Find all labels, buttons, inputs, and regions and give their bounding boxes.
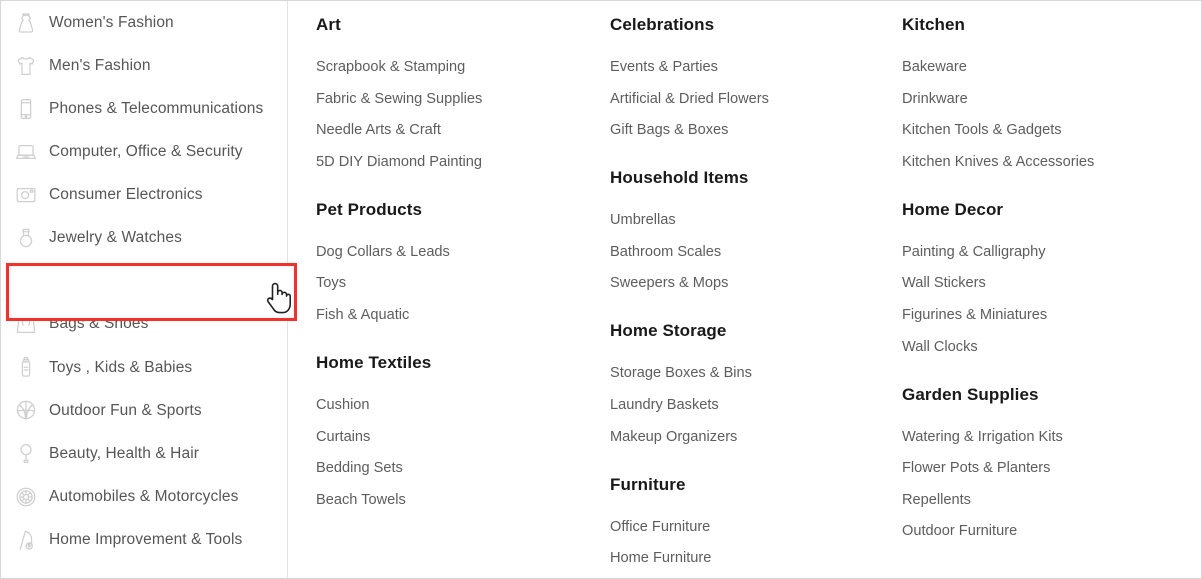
group-heading: Celebrations	[610, 15, 715, 34]
subcategory-link[interactable]: Beach Towels	[316, 493, 406, 508]
group-heading: Art	[316, 15, 341, 34]
baby-bottle-icon	[13, 354, 39, 380]
subcategory-link[interactable]: Kitchen Tools & Gadgets	[902, 123, 1062, 138]
subcategory-link[interactable]: 5D DIY Diamond Painting	[316, 155, 482, 170]
sidebar-item-label: Home Improvement & Tools	[49, 530, 243, 548]
basketball-icon	[13, 397, 39, 423]
sidebar-item-label: Home, Pet & Appliances	[49, 272, 229, 290]
subcategory-link[interactable]: Dog Collars & Leads	[316, 245, 450, 260]
category-megamenu: Women's Fashion Men's Fashion Phones & Tel…	[0, 0, 1202, 579]
sidebar-item-label: Beauty, Health & Hair	[49, 444, 199, 462]
subcategory-link[interactable]: Fish & Aquatic	[316, 308, 409, 323]
group-heading: Pet Products	[316, 199, 423, 219]
group-heading: Garden Supplies	[902, 384, 1039, 404]
subcategory-link[interactable]: Events & Parties	[610, 60, 718, 75]
sidebar-item-consumer-electronics[interactable]: Consumer Electronics	[1, 173, 287, 217]
sidebar-item-toys-kids-babies[interactable]: Toys , Kids & Babies	[1, 345, 287, 389]
sidebar-item-label: Outdoor Fun & Sports	[49, 401, 202, 419]
group-heading: Kitchen	[902, 15, 966, 34]
sidebar-item-jewelry-watches[interactable]: Jewelry & Watches	[1, 216, 287, 260]
sidebar-item-men-s-fashion[interactable]: Men's Fashion	[1, 44, 287, 88]
sidebar-item-label: Jewelry & Watches	[49, 229, 182, 247]
subcategory-link[interactable]: Toys	[316, 276, 346, 291]
handbag-icon	[13, 311, 39, 337]
subcategory-link[interactable]: Storage Boxes & Bins	[610, 366, 752, 381]
subcategory-link[interactable]: Bedding Sets	[316, 461, 403, 476]
subcategory-link[interactable]: Figurines & Miniatures	[902, 308, 1047, 323]
dress-icon	[13, 10, 39, 36]
subcategory-link[interactable]: Curtains	[316, 429, 370, 445]
mirror-icon	[13, 440, 39, 466]
subcategory-link[interactable]: Wall Stickers	[902, 276, 986, 291]
subcategory-link[interactable]: Kitchen Knives & Accessories	[902, 155, 1094, 170]
sidebar-item-automobiles-motorcycles[interactable]: Automobiles & Motorcycles	[1, 475, 287, 519]
sidebar-item-computer-office-security[interactable]: Computer, Office & Security	[1, 130, 287, 174]
subcategory-link[interactable]: Wall Clocks	[902, 339, 978, 355]
subcategory-link[interactable]: Gift Bags & Boxes	[610, 123, 728, 138]
sidebar-item-label: Women's Fashion	[49, 13, 174, 31]
sidebar-item-women-s-fashion[interactable]: Women's Fashion	[1, 1, 287, 45]
subcategory-link[interactable]: Fabric & Sewing Supplies	[316, 91, 482, 107]
sidebar-item-beauty-health-hair[interactable]: Beauty, Health & Hair	[1, 431, 287, 476]
camera-icon	[13, 182, 39, 208]
laptop-icon	[13, 139, 39, 165]
subcategory-link[interactable]: Umbrellas	[610, 213, 676, 228]
sidebar-item-label: Phones & Telecommunications	[49, 99, 264, 117]
sidebar-item-label: Automobiles & Motorcycles	[49, 487, 239, 505]
sidebar-item-label: Consumer Electronics	[49, 186, 203, 204]
group-heading: Home Textiles	[316, 353, 432, 372]
subcategory-link[interactable]: Bathroom Scales	[610, 245, 721, 260]
sidebar-item-home-pet-appliances[interactable]: Home, Pet & Appliances	[1, 259, 287, 303]
category-sidebar: Women's Fashion Men's Fashion Phones & Tel…	[1, 1, 288, 578]
subcategory-link[interactable]: Watering & Irrigation Kits	[902, 429, 1063, 445]
subcategory-link[interactable]: Artificial & Dried Flowers	[610, 91, 769, 107]
subcategory-link[interactable]: Laundry Baskets	[610, 398, 719, 413]
subcategory-link[interactable]: Sweepers & Mops	[610, 276, 728, 291]
wheel-icon	[13, 484, 39, 510]
subcategory-link[interactable]: Painting & Calligraphy	[902, 245, 1046, 260]
ring-icon	[13, 225, 39, 251]
sidebar-item-label: Toys , Kids & Babies	[49, 358, 193, 376]
subcategory-link[interactable]: Repellents	[902, 493, 971, 508]
subcategory-link[interactable]: Bakeware	[902, 60, 967, 75]
subcategory-link[interactable]: Needle Arts & Craft	[316, 123, 441, 138]
group-heading: Home Decor	[902, 199, 1004, 219]
tshirt-icon	[13, 53, 39, 79]
subcategory-link[interactable]: Office Furniture	[610, 519, 710, 535]
sidebar-item-label: Computer, Office & Security	[49, 143, 243, 161]
group-heading: Home Storage	[610, 321, 727, 341]
subcategory-link[interactable]: Scrapbook & Stamping	[316, 60, 465, 75]
subcategory-flyout-panel: Art Scrapbook & Stamping Fabric & Sewing S…	[288, 1, 1201, 578]
subcategory-link[interactable]: Flower Pots & Planters	[902, 461, 1050, 476]
subcategory-link[interactable]: Home Furniture	[610, 551, 711, 566]
sidebar-item-label: Bags & Shoes	[49, 315, 149, 333]
sidebar-item-label: Men's Fashion	[49, 56, 151, 74]
vacuum-icon	[13, 527, 39, 553]
phone-icon	[13, 96, 39, 122]
armchair-icon	[13, 268, 39, 294]
subcategory-link[interactable]: Outdoor Furniture	[902, 524, 1017, 539]
group-heading: Furniture	[610, 474, 686, 494]
sidebar-item-phones-telecommunications[interactable]: Phones & Telecommunications	[1, 87, 287, 131]
sidebar-item-outdoor-fun-sports[interactable]: Outdoor Fun & Sports	[1, 388, 287, 432]
subcategory-link[interactable]: Cushion	[316, 398, 370, 413]
group-heading: Household Items	[610, 168, 749, 188]
subcategory-link[interactable]: Makeup Organizers	[610, 429, 737, 445]
subcategory-link[interactable]: Drinkware	[902, 91, 968, 107]
sidebar-item-bags-shoes[interactable]: Bags & Shoes	[1, 302, 287, 346]
sidebar-item-home-improvement-tools[interactable]: Home Improvement & Tools	[1, 518, 287, 562]
